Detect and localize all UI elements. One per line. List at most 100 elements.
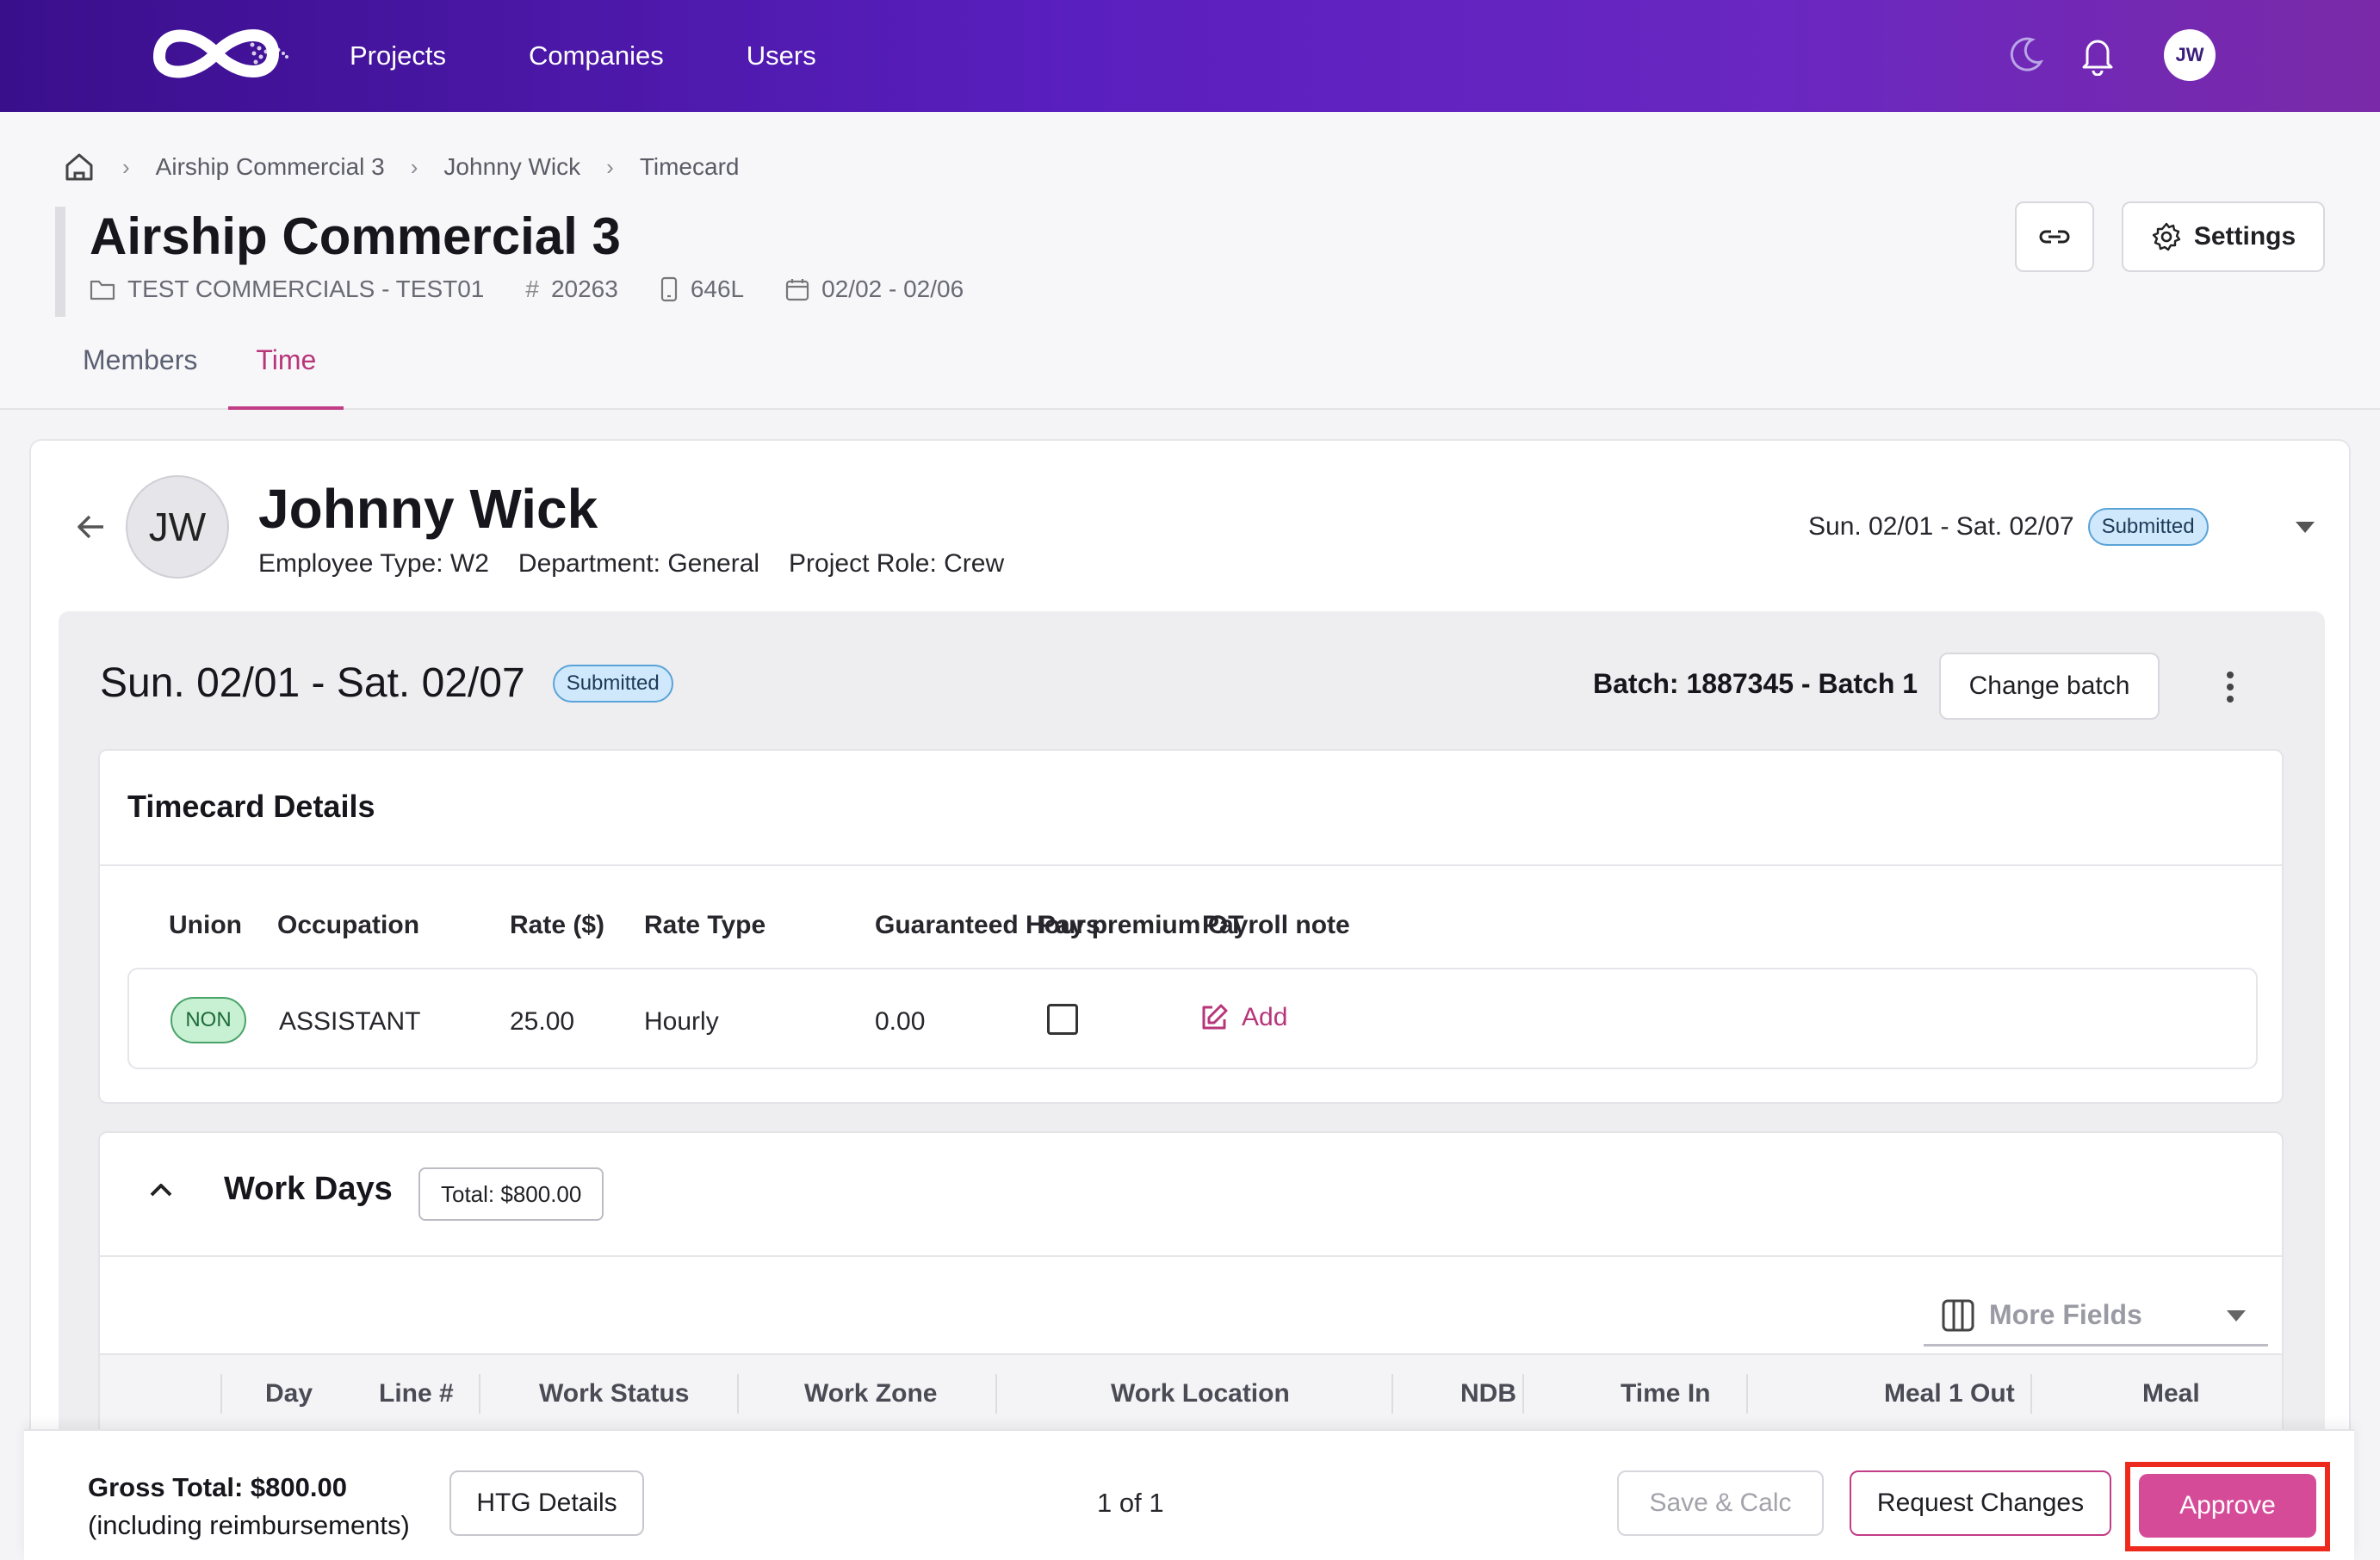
breadcrumb-employee[interactable]: Johnny Wick <box>443 153 580 181</box>
employee-info: Employee Type: W2 Department: General Pr… <box>258 549 1033 579</box>
work-days-grid-header: Day Line # Work Status Work Zone Work Lo… <box>100 1353 2282 1431</box>
project-meta: TEST COMMERCIALS - TEST01 # 20263 646L 0… <box>90 275 1005 303</box>
col-work-zone: Work Zone <box>804 1379 938 1408</box>
folder-icon <box>90 280 115 300</box>
settings-button[interactable]: Settings <box>2122 201 2325 272</box>
meta-number: # 20263 <box>525 275 618 302</box>
details-title: Timecard Details <box>127 789 375 824</box>
employee-avatar: JW <box>126 475 229 579</box>
columns-icon <box>1942 1299 1974 1331</box>
employee-role: Project Role: Crew <box>789 549 1005 578</box>
tab-bar: Members Time <box>83 344 345 410</box>
more-options-icon[interactable] <box>2225 670 2235 704</box>
meta-company: TEST COMMERCIALS - TEST01 <box>90 275 484 303</box>
calendar-icon <box>786 279 809 301</box>
rate-value: 25.00 <box>510 1007 575 1036</box>
breadcrumb-project[interactable]: Airship Commercial 3 <box>156 153 385 181</box>
page-title: Airship Commercial 3 <box>90 207 621 265</box>
col-meal: Meal <box>2142 1379 2200 1408</box>
gross-total-label: Gross Total: $800.00 <box>88 1472 347 1502</box>
employee-department: Department: General <box>518 549 760 578</box>
user-avatar[interactable]: JW <box>2164 29 2216 81</box>
col-work-status: Work Status <box>539 1379 690 1408</box>
column-separator <box>1746 1374 1748 1414</box>
pagination: 1 of 1 <box>1097 1488 1164 1518</box>
logo[interactable] <box>142 19 293 91</box>
back-arrow-icon[interactable] <box>74 510 108 544</box>
status-badge: Submitted <box>552 664 673 703</box>
column-separator <box>1391 1374 1393 1414</box>
nav-companies[interactable]: Companies <box>529 40 664 71</box>
occupation-value: ASSISTANT <box>279 1007 421 1036</box>
column-separator <box>479 1374 480 1414</box>
chevron-right-icon: › <box>410 153 418 180</box>
union-badge: NON <box>170 997 246 1043</box>
column-separator <box>737 1374 739 1414</box>
more-fields-select[interactable]: More Fields <box>1924 1286 2268 1346</box>
moon-icon[interactable] <box>2006 34 2046 74</box>
employee-type: Employee Type: W2 <box>258 549 489 578</box>
col-line: Line # <box>379 1379 454 1408</box>
request-changes-button[interactable]: Request Changes <box>1850 1470 2111 1536</box>
col-work-location: Work Location <box>1111 1379 1290 1408</box>
nav-users[interactable]: Users <box>747 40 816 71</box>
meta-code: 646L <box>660 275 744 303</box>
home-icon[interactable] <box>62 150 96 184</box>
col-time-in: Time In <box>1621 1379 1711 1408</box>
chevron-right-icon: › <box>122 153 130 180</box>
week-selector[interactable]: Sun. 02/01 - Sat. 02/07 Submitted <box>1808 508 2209 546</box>
gross-total-note: (including reimbursements) <box>88 1510 410 1540</box>
project-header: › Airship Commercial 3 › Johnny Wick › T… <box>0 112 2380 410</box>
timecard-week-section: Sun. 02/01 - Sat. 02/07 Submitted Batch:… <box>59 611 2325 1560</box>
breadcrumb: › Airship Commercial 3 › Johnny Wick › T… <box>62 150 739 184</box>
tab-members[interactable]: Members <box>83 344 197 410</box>
hash-icon: # <box>525 275 539 302</box>
bottom-action-bar: Gross Total: $800.00 (including reimburs… <box>24 1429 2354 1560</box>
tab-time[interactable]: Time <box>228 344 344 410</box>
column-separator <box>2030 1374 2032 1414</box>
col-day: Day <box>265 1379 313 1408</box>
chevron-up-icon[interactable] <box>148 1181 174 1198</box>
bell-icon[interactable] <box>2078 33 2117 76</box>
divider <box>100 1255 2282 1257</box>
save-calc-button[interactable]: Save & Calc <box>1617 1470 1824 1536</box>
column-separator <box>1522 1374 1524 1414</box>
col-rate: Rate ($) <box>510 911 605 939</box>
week-range: Sun. 02/01 - Sat. 02/07 Submitted <box>100 659 673 707</box>
chevron-down-icon[interactable] <box>2296 522 2315 533</box>
column-separator <box>995 1374 997 1414</box>
title-accent-bar <box>55 207 65 317</box>
chevron-right-icon: › <box>606 153 614 180</box>
meta-dates: 02/02 - 02/06 <box>785 275 964 303</box>
chevron-down-icon <box>2227 1310 2246 1322</box>
status-badge: Submitted <box>2087 508 2209 546</box>
table-row: NON ASSISTANT 25.00 Hourly 0.00 Add <box>127 968 2258 1069</box>
htg-details-button[interactable]: HTG Details <box>449 1470 644 1536</box>
pay-premium-ot-checkbox[interactable] <box>1047 1004 1078 1035</box>
col-occupation: Occupation <box>277 911 420 939</box>
change-batch-button[interactable]: Change batch <box>1939 653 2160 720</box>
timecard-card: JW Johnny Wick Employee Type: W2 Departm… <box>29 439 2351 1560</box>
add-payroll-note-button[interactable]: Add <box>1199 1002 1287 1033</box>
work-days-title: Work Days <box>224 1171 393 1207</box>
timecard-details-panel: Timecard Details Union Occupation Rate (… <box>98 749 2284 1104</box>
gear-icon <box>2152 222 2181 251</box>
phone-icon <box>660 276 677 302</box>
gross-total: Gross Total: $800.00 (including reimburs… <box>88 1469 410 1545</box>
divider <box>100 864 2282 866</box>
column-separator <box>220 1374 222 1414</box>
col-payroll-note: Payroll note <box>1202 911 1350 939</box>
approve-button[interactable]: Approve <box>2139 1474 2316 1538</box>
copy-link-button[interactable] <box>2015 201 2094 272</box>
work-days-total: Total: $800.00 <box>418 1167 604 1221</box>
guaranteed-hours-value: 0.00 <box>875 1007 926 1036</box>
top-nav: Projects Companies Users JW <box>0 0 2380 112</box>
col-union: Union <box>169 911 242 939</box>
link-icon <box>2039 230 2070 244</box>
employee-name: Johnny Wick <box>258 478 598 540</box>
col-rate-type: Rate Type <box>644 911 766 939</box>
rate-type-value: Hourly <box>644 1007 719 1036</box>
batch-label: Batch: 1887345 - Batch 1 <box>1593 668 1918 699</box>
nav-projects[interactable]: Projects <box>350 40 446 71</box>
col-meal-1-out: Meal 1 Out <box>1884 1379 2015 1408</box>
